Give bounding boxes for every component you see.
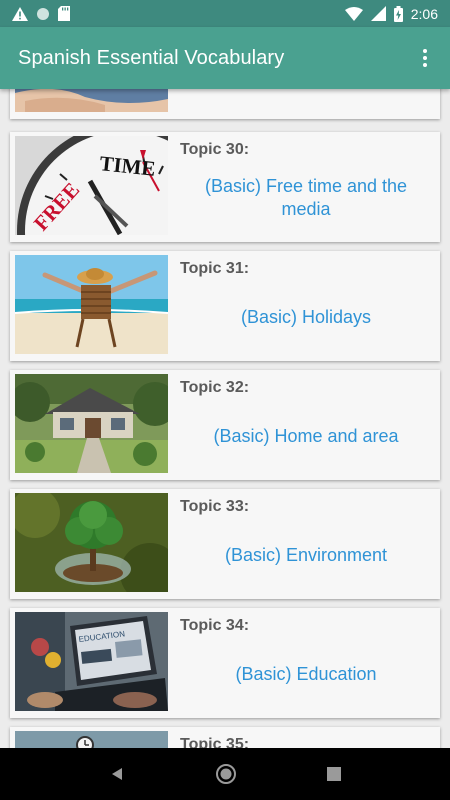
topic-list[interactable]: TIME FREE Topic 30: (Basic) Free time an… (0, 89, 450, 748)
topic-title: (Basic) Home and area (213, 425, 399, 446)
nav-bar (0, 748, 450, 800)
warning-icon (12, 6, 28, 21)
topic-title: (Basic) Education (235, 663, 377, 684)
topic-title: (Basic) Environment (224, 544, 388, 565)
topic-image: EDUCATION (15, 612, 168, 711)
status-time: 2:06 (410, 5, 438, 22)
app-bar: Spanish Essential Vocabulary (0, 27, 450, 89)
topic-number: Topic 30: (180, 141, 250, 158)
list-item[interactable]: TIME FREE Topic 30: (Basic) Free time an… (10, 132, 440, 242)
app-title: Spanish Essential Vocabulary (18, 46, 285, 69)
list-item[interactable]: EDUCATION Topic 34: (Basic) Education (10, 608, 440, 718)
home-icon[interactable] (215, 763, 237, 785)
topic-number: Topic 34: (180, 617, 250, 634)
topic-title: (Basic) Free time and the media (204, 176, 408, 219)
circle-icon (37, 7, 49, 20)
topic-image: TIME FREE (15, 136, 168, 235)
signal-icon (370, 6, 386, 21)
list-item[interactable]: Topic 31: (Basic) Holidays (10, 251, 440, 361)
back-icon[interactable] (109, 766, 125, 782)
battery-charging-icon (393, 5, 403, 22)
list-item[interactable]: Topic 33: (Basic) Environment (10, 489, 440, 599)
topic-title: (Basic) Holidays (240, 306, 372, 327)
list-item[interactable] (10, 89, 440, 119)
topic-number: Topic 33: (180, 498, 250, 515)
topic-image (15, 89, 168, 112)
list-item[interactable]: Topic 35: (10, 727, 440, 748)
recents-icon[interactable] (327, 767, 341, 781)
wifi-icon (344, 6, 363, 21)
list-item[interactable]: Topic 32: (Basic) Home and area (10, 370, 440, 480)
topic-number: Topic 32: (180, 379, 250, 396)
topic-image (15, 255, 168, 354)
topic-image (15, 731, 168, 748)
topic-number: Topic 35: (180, 736, 250, 748)
topic-image (15, 374, 168, 473)
status-bar: 2:06 (0, 0, 450, 27)
more-vert-icon[interactable] (408, 41, 442, 75)
topic-image (15, 493, 168, 592)
sd-card-icon (58, 6, 70, 21)
topic-number: Topic 31: (180, 260, 250, 277)
